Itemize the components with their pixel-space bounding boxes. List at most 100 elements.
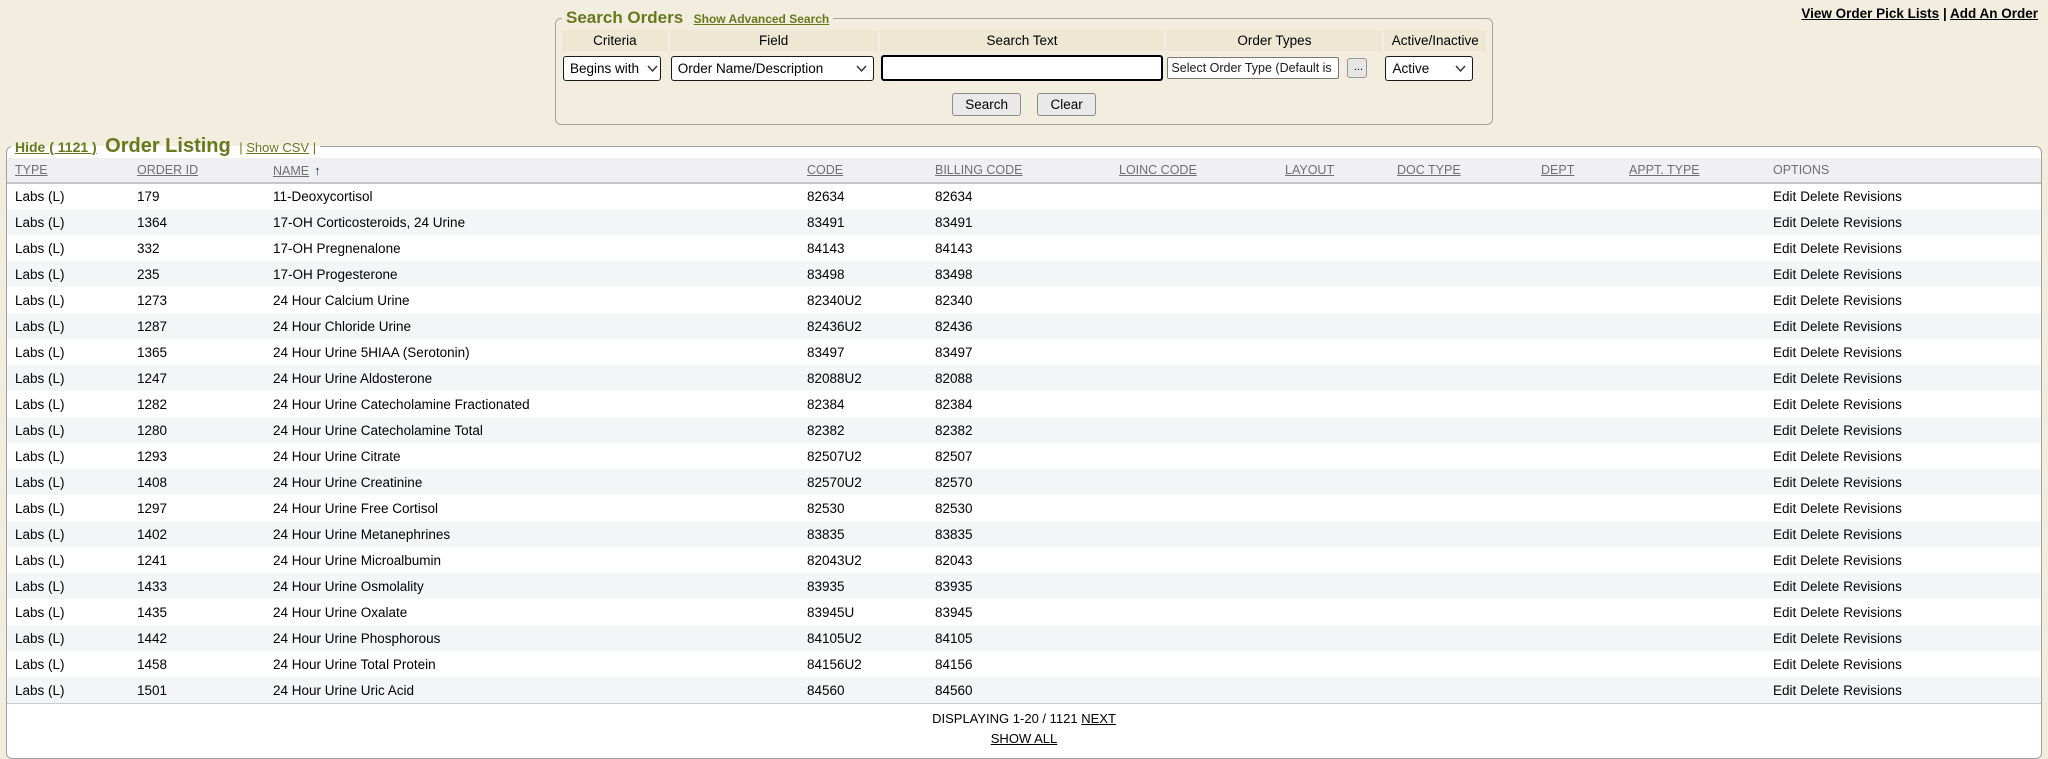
edit-link[interactable]: Edit — [1773, 631, 1796, 646]
edit-link[interactable]: Edit — [1773, 241, 1796, 256]
column-header-dept[interactable]: DEPT — [1533, 158, 1621, 183]
clear-button[interactable]: Clear — [1037, 93, 1095, 116]
revisions-link[interactable]: Revisions — [1843, 553, 1902, 568]
revisions-link[interactable]: Revisions — [1843, 345, 1902, 360]
revisions-link[interactable]: Revisions — [1843, 319, 1902, 334]
delete-link[interactable]: Delete — [1800, 319, 1839, 334]
revisions-link[interactable]: Revisions — [1843, 423, 1902, 438]
revisions-link[interactable]: Revisions — [1843, 189, 1902, 204]
delete-link[interactable]: Delete — [1800, 605, 1839, 620]
edit-link[interactable]: Edit — [1773, 605, 1796, 620]
delete-link[interactable]: Delete — [1800, 371, 1839, 386]
show-advanced-search-link[interactable]: Show Advanced Search — [694, 12, 830, 26]
revisions-link[interactable]: Revisions — [1843, 475, 1902, 490]
column-header-label[interactable]: LAYOUT — [1285, 163, 1334, 177]
column-header-label[interactable]: LOINC CODE — [1119, 163, 1197, 177]
revisions-link[interactable]: Revisions — [1843, 631, 1902, 646]
column-header-label[interactable]: NAME — [273, 164, 309, 178]
revisions-link[interactable]: Revisions — [1843, 397, 1902, 412]
active-inactive-select[interactable]: Active — [1385, 56, 1473, 81]
column-header-doc-type[interactable]: DOC TYPE — [1389, 158, 1533, 183]
search-text-input[interactable] — [881, 55, 1164, 81]
delete-link[interactable]: Delete — [1800, 475, 1839, 490]
view-order-pick-lists-link[interactable]: View Order Pick Lists — [1801, 6, 1939, 21]
edit-link[interactable]: Edit — [1773, 345, 1796, 360]
revisions-link[interactable]: Revisions — [1843, 241, 1902, 256]
delete-link[interactable]: Delete — [1800, 657, 1839, 672]
revisions-link[interactable]: Revisions — [1843, 657, 1902, 672]
revisions-link[interactable]: Revisions — [1843, 215, 1902, 230]
delete-link[interactable]: Delete — [1800, 397, 1839, 412]
edit-link[interactable]: Edit — [1773, 657, 1796, 672]
order-type-input[interactable] — [1167, 57, 1339, 79]
hide-listing-link[interactable]: Hide ( 1121 ) — [15, 139, 97, 155]
edit-link[interactable]: Edit — [1773, 501, 1796, 516]
revisions-link[interactable]: Revisions — [1843, 293, 1902, 308]
delete-link[interactable]: Delete — [1800, 215, 1839, 230]
show-csv-link[interactable]: Show CSV — [246, 140, 309, 155]
show-all-link[interactable]: SHOW ALL — [991, 731, 1057, 746]
edit-link[interactable]: Edit — [1773, 215, 1796, 230]
column-header-name[interactable]: NAME↑ — [265, 158, 799, 183]
column-header-order-id[interactable]: ORDER ID — [129, 158, 265, 183]
edit-link[interactable]: Edit — [1773, 475, 1796, 490]
revisions-link[interactable]: Revisions — [1843, 527, 1902, 542]
edit-link[interactable]: Edit — [1773, 579, 1796, 594]
revisions-link[interactable]: Revisions — [1843, 267, 1902, 282]
revisions-link[interactable]: Revisions — [1843, 579, 1902, 594]
edit-link[interactable]: Edit — [1773, 397, 1796, 412]
field-select[interactable]: Order Name/Description — [671, 56, 874, 81]
name-cell: 24 Hour Urine Free Cortisol — [265, 495, 799, 521]
delete-link[interactable]: Delete — [1800, 241, 1839, 256]
delete-link[interactable]: Delete — [1800, 527, 1839, 542]
revisions-link[interactable]: Revisions — [1843, 449, 1902, 464]
edit-link[interactable]: Edit — [1773, 189, 1796, 204]
column-header-type[interactable]: TYPE — [7, 158, 129, 183]
column-header-layout[interactable]: LAYOUT — [1277, 158, 1389, 183]
column-header-label[interactable]: CODE — [807, 163, 843, 177]
name-cell: 24 Hour Urine Microalbumin — [265, 547, 799, 573]
delete-link[interactable]: Delete — [1800, 449, 1839, 464]
edit-link[interactable]: Edit — [1773, 683, 1796, 698]
column-header-label[interactable]: DEPT — [1541, 163, 1574, 177]
edit-link[interactable]: Edit — [1773, 371, 1796, 386]
order-type-browse-button[interactable]: ... — [1347, 58, 1367, 78]
layout-cell — [1277, 417, 1389, 443]
column-header-label[interactable]: ORDER ID — [137, 163, 198, 177]
delete-link[interactable]: Delete — [1800, 293, 1839, 308]
delete-link[interactable]: Delete — [1800, 579, 1839, 594]
delete-link[interactable]: Delete — [1800, 345, 1839, 360]
delete-link[interactable]: Delete — [1800, 267, 1839, 282]
edit-link[interactable]: Edit — [1773, 527, 1796, 542]
revisions-link[interactable]: Revisions — [1843, 605, 1902, 620]
delete-link[interactable]: Delete — [1800, 501, 1839, 516]
delete-link[interactable]: Delete — [1800, 423, 1839, 438]
edit-link[interactable]: Edit — [1773, 293, 1796, 308]
next-page-link[interactable]: NEXT — [1081, 711, 1116, 726]
edit-link[interactable]: Edit — [1773, 267, 1796, 282]
delete-link[interactable]: Delete — [1800, 631, 1839, 646]
delete-link[interactable]: Delete — [1800, 683, 1839, 698]
column-header-label[interactable]: TYPE — [15, 163, 48, 177]
column-header-code[interactable]: CODE — [799, 158, 927, 183]
column-header-label[interactable]: APPT. TYPE — [1629, 163, 1700, 177]
edit-link[interactable]: Edit — [1773, 319, 1796, 334]
column-header-label[interactable]: BILLING CODE — [935, 163, 1023, 177]
delete-link[interactable]: Delete — [1800, 189, 1839, 204]
revisions-link[interactable]: Revisions — [1843, 683, 1902, 698]
edit-link[interactable]: Edit — [1773, 449, 1796, 464]
column-header-loinc-code[interactable]: LOINC CODE — [1111, 158, 1277, 183]
revisions-link[interactable]: Revisions — [1843, 371, 1902, 386]
delete-link[interactable]: Delete — [1800, 553, 1839, 568]
edit-link[interactable]: Edit — [1773, 423, 1796, 438]
options-cell: Edit Delete Revisions — [1765, 469, 2041, 495]
add-an-order-link[interactable]: Add An Order — [1950, 6, 2038, 21]
loinc-code-cell — [1111, 183, 1277, 209]
edit-link[interactable]: Edit — [1773, 553, 1796, 568]
column-header-label[interactable]: DOC TYPE — [1397, 163, 1461, 177]
search-button[interactable]: Search — [952, 93, 1021, 116]
criteria-select[interactable]: Begins with — [563, 56, 661, 81]
revisions-link[interactable]: Revisions — [1843, 501, 1902, 516]
column-header-appt-type[interactable]: APPT. TYPE — [1621, 158, 1765, 183]
column-header-billing-code[interactable]: BILLING CODE — [927, 158, 1111, 183]
